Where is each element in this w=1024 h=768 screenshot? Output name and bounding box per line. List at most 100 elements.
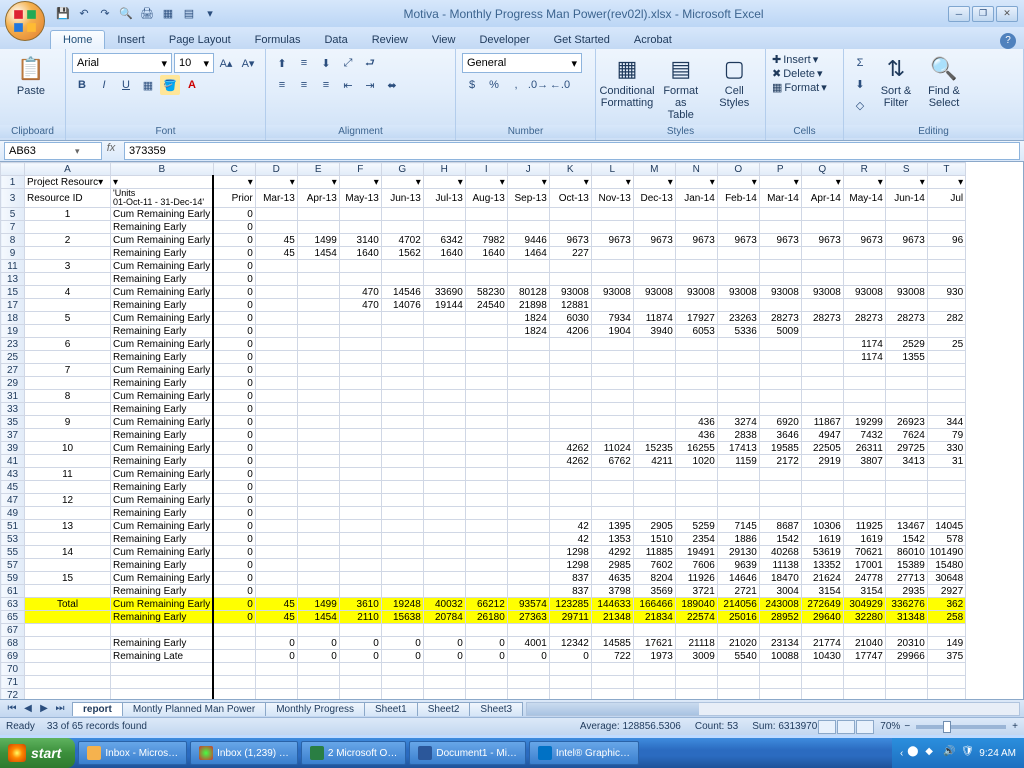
fill-color-button[interactable]: 🪣: [160, 75, 180, 95]
tray-clock[interactable]: 9:24 AM: [979, 748, 1016, 759]
decrease-decimal-icon[interactable]: ←.0: [550, 75, 570, 95]
fill-icon[interactable]: ⬇: [850, 74, 870, 94]
tab-home[interactable]: Home: [50, 30, 105, 49]
group-clipboard-label: Clipboard: [0, 125, 65, 138]
name-box[interactable]: ▾: [4, 142, 102, 160]
view-layout-icon[interactable]: [837, 720, 855, 734]
shrink-font-icon[interactable]: A▾: [238, 53, 258, 73]
tray-icon[interactable]: ⬤: [907, 746, 921, 760]
tray-expand-icon[interactable]: ‹: [900, 748, 903, 759]
align-bottom-icon[interactable]: ⬇: [316, 53, 336, 73]
sheet-tab-planned[interactable]: Montly Planned Man Power: [122, 702, 266, 716]
cell-styles-button[interactable]: ▢Cell Styles: [710, 53, 760, 111]
sheet-nav-first-icon[interactable]: ⏮: [4, 703, 20, 714]
bold-button[interactable]: B: [72, 75, 92, 95]
decrease-indent-icon[interactable]: ⇤: [338, 75, 358, 95]
number-format-combo[interactable]: General▾: [462, 53, 582, 73]
start-button[interactable]: start: [0, 738, 75, 768]
office-button[interactable]: [5, 1, 45, 41]
tab-page-layout[interactable]: Page Layout: [157, 31, 243, 49]
restore-button[interactable]: ❐: [972, 6, 994, 22]
find-select-button[interactable]: 🔍Find & Select: [922, 53, 966, 111]
autosum-icon[interactable]: Σ: [850, 53, 870, 73]
conditional-formatting-button[interactable]: ▦Conditional Formatting: [602, 53, 652, 111]
sheet-nav-prev-icon[interactable]: ◀: [20, 703, 36, 714]
open-icon[interactable]: ▤: [180, 5, 198, 23]
merge-button[interactable]: ⬌: [382, 75, 402, 95]
wrap-text-button[interactable]: ⮐: [360, 53, 380, 73]
paste-button[interactable]: 📋 Paste: [6, 53, 56, 99]
taskbar-item[interactable]: Inbox (1,239) …: [190, 741, 298, 765]
align-center-icon[interactable]: ≡: [294, 75, 314, 95]
sheet-tab-sheet2[interactable]: Sheet2: [417, 702, 471, 716]
zoom-slider[interactable]: [916, 725, 1006, 729]
sheet-tab-progress[interactable]: Monthly Progress: [265, 702, 365, 716]
quick-print-icon[interactable]: 🖨: [138, 5, 156, 23]
qat-dropdown-icon[interactable]: ▾: [201, 5, 219, 23]
spreadsheet-grid[interactable]: ABCDEFGHIJKLMNOPQRST1Project Resourc▾▾▾▾…: [0, 162, 1024, 699]
font-name-combo[interactable]: Arial▾: [72, 53, 172, 73]
zoom-in-icon[interactable]: +: [1012, 721, 1018, 732]
tab-insert[interactable]: Insert: [105, 31, 157, 49]
minimize-button[interactable]: ─: [948, 6, 970, 22]
excel-icon: [310, 746, 324, 760]
format-as-table-button[interactable]: ▤Format as Table: [656, 53, 706, 123]
clear-icon[interactable]: ◇: [850, 95, 870, 115]
insert-cells-button[interactable]: ✚ Insert ▾: [772, 53, 818, 66]
format-cells-button[interactable]: ▦ Format ▾: [772, 81, 827, 94]
undo-icon[interactable]: ↶: [75, 5, 93, 23]
font-color-button[interactable]: A: [182, 75, 202, 95]
view-break-icon[interactable]: [856, 720, 874, 734]
tray-icon[interactable]: 🛡: [961, 746, 975, 760]
sheet-nav-next-icon[interactable]: ▶: [36, 703, 52, 714]
tab-data[interactable]: Data: [312, 31, 359, 49]
name-box-input[interactable]: [5, 145, 75, 157]
taskbar-item[interactable]: 2 Microsoft O…: [301, 741, 406, 765]
tab-view[interactable]: View: [420, 31, 468, 49]
orientation-icon[interactable]: ⤢: [338, 53, 358, 73]
sheet-nav-last-icon[interactable]: ⏭: [52, 703, 68, 714]
view-normal-icon[interactable]: [818, 720, 836, 734]
help-button[interactable]: ?: [1000, 33, 1016, 49]
tab-acrobat[interactable]: Acrobat: [622, 31, 684, 49]
grow-font-icon[interactable]: A▴: [216, 53, 236, 73]
underline-button[interactable]: U: [116, 75, 136, 95]
align-top-icon[interactable]: ⬆: [272, 53, 292, 73]
comma-icon[interactable]: ,: [506, 75, 526, 95]
percent-icon[interactable]: %: [484, 75, 504, 95]
taskbar-item[interactable]: Intel® Graphic…: [529, 741, 639, 765]
align-right-icon[interactable]: ≡: [316, 75, 336, 95]
save-icon[interactable]: 💾: [54, 5, 72, 23]
sheet-tab-sheet1[interactable]: Sheet1: [364, 702, 418, 716]
redo-icon[interactable]: ↷: [96, 5, 114, 23]
formula-input[interactable]: 373359: [124, 142, 1020, 160]
italic-button[interactable]: I: [94, 75, 114, 95]
tab-get-started[interactable]: Get Started: [542, 31, 622, 49]
tab-review[interactable]: Review: [360, 31, 420, 49]
increase-indent-icon[interactable]: ⇥: [360, 75, 380, 95]
taskbar-item[interactable]: Inbox - Micros…: [78, 741, 187, 765]
close-button[interactable]: ✕: [996, 6, 1018, 22]
align-left-icon[interactable]: ≡: [272, 75, 292, 95]
fx-icon[interactable]: fx: [102, 142, 120, 160]
taskbar-item[interactable]: Document1 - Mi…: [409, 741, 526, 765]
sheet-tab-sheet3[interactable]: Sheet3: [469, 702, 523, 716]
tab-formulas[interactable]: Formulas: [243, 31, 313, 49]
delete-cells-button[interactable]: ✖ Delete ▾: [772, 67, 823, 80]
tray-icon[interactable]: 🔊: [943, 746, 957, 760]
tray-icon[interactable]: ◆: [925, 746, 939, 760]
print-preview-icon[interactable]: 🔍: [117, 5, 135, 23]
sort-filter-button[interactable]: ⇅Sort & Filter: [874, 53, 918, 111]
sheet-tab-report[interactable]: report: [72, 702, 123, 716]
font-size-combo[interactable]: 10▾: [174, 53, 214, 73]
horizontal-scrollbar[interactable]: [526, 702, 1020, 716]
currency-icon[interactable]: $: [462, 75, 482, 95]
border-button[interactable]: ▦: [138, 75, 158, 95]
zoom-out-icon[interactable]: −: [904, 721, 910, 732]
align-middle-icon[interactable]: ≡: [294, 53, 314, 73]
increase-decimal-icon[interactable]: .0→: [528, 75, 548, 95]
tab-developer[interactable]: Developer: [467, 31, 541, 49]
new-icon[interactable]: ▦: [159, 5, 177, 23]
system-tray[interactable]: ‹ ⬤ ◆ 🔊 🛡 9:24 AM: [892, 738, 1024, 768]
group-cells-label: Cells: [766, 125, 843, 138]
